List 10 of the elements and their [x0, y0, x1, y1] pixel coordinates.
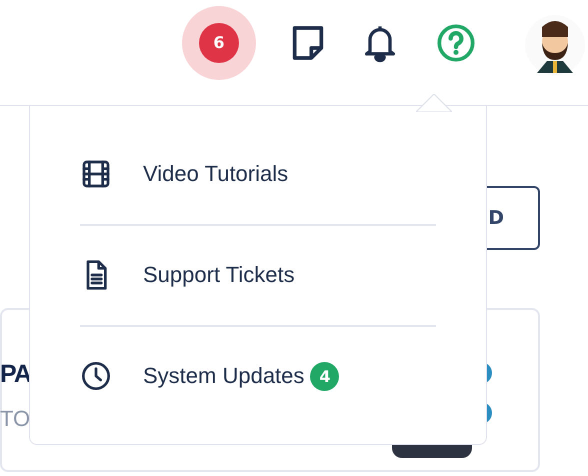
count-badge: 4 — [310, 362, 340, 390]
film-icon — [80, 158, 112, 190]
card-title: PA — [0, 360, 31, 389]
notification-badge[interactable]: 6 — [199, 22, 239, 62]
card-subtitle: TO — [0, 406, 30, 432]
menu-item[interactable]: Support Tickets — [80, 226, 436, 324]
menu-item[interactable]: Video Tutorials — [80, 124, 436, 224]
help-icon[interactable] — [436, 22, 476, 62]
menu-item[interactable]: System Updates 4 — [80, 326, 436, 426]
clock-icon — [80, 360, 112, 392]
